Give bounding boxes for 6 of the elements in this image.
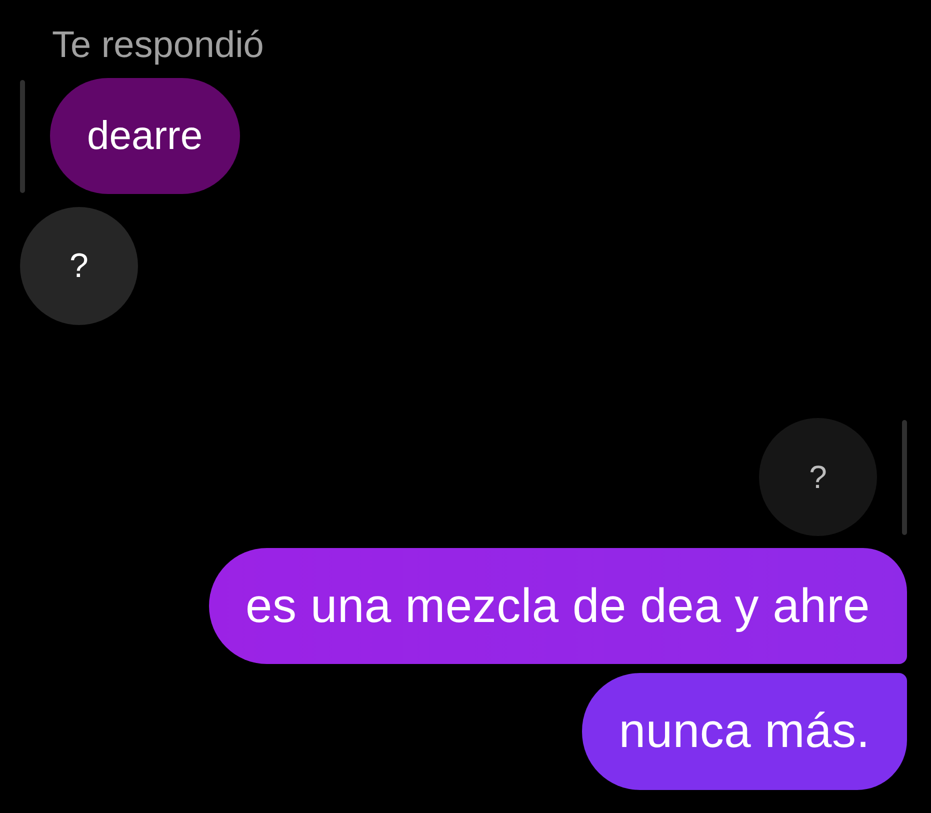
quoted-message-bubble: dearre	[50, 78, 240, 194]
message-bubble: nunca más.	[582, 673, 907, 790]
message-bubble: es una mezcla de dea y ahre	[208, 548, 907, 664]
quoted-message-bubble: ?	[759, 418, 877, 536]
reply-label: Te respondió	[52, 25, 264, 65]
message-bubble: ?	[20, 207, 138, 325]
